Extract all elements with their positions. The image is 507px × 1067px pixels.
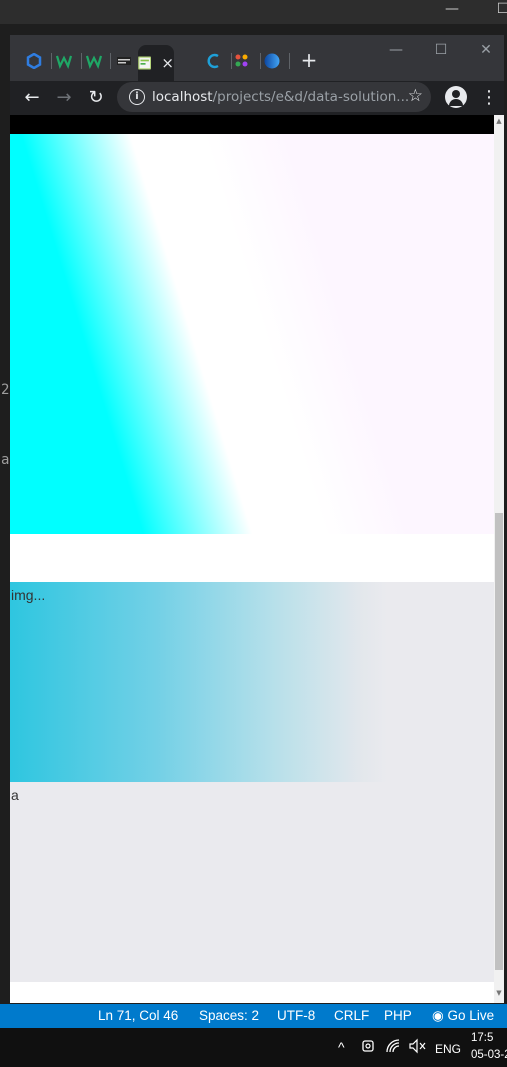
scroll-up-icon[interactable]: ▲ — [494, 115, 504, 127]
tab-strip: × + — ☐ ✕ — [10, 35, 504, 81]
language-mode[interactable]: PHP — [384, 1008, 412, 1023]
system-clock[interactable]: 17:5 05-03-2 — [471, 1030, 507, 1064]
go-live-label: Go Live — [447, 1008, 495, 1023]
browser-menu-icon[interactable]: ⋮ — [480, 85, 498, 111]
image-alt-text: img... — [11, 587, 46, 603]
reload-button[interactable]: ↻ — [83, 85, 109, 111]
minimize-window-button[interactable]: — — [376, 39, 416, 61]
broken-image: img... — [10, 582, 494, 782]
scrollbar-thumb[interactable] — [495, 513, 503, 970]
tab-4[interactable] — [111, 49, 137, 73]
tab-2[interactable] — [51, 49, 77, 73]
editor-status-bar: Ln 71, Col 46 Spaces: 2 UTF-8 CRLF PHP ◉… — [0, 1004, 507, 1028]
url-host: localhost — [152, 89, 213, 105]
tab-6[interactable] — [201, 49, 227, 73]
input-language[interactable]: ENG — [435, 1040, 461, 1058]
page-scrollbar[interactable]: ▲ ▼ — [494, 115, 504, 1003]
speaker-muted-icon[interactable] — [408, 1038, 426, 1058]
editor-text-fragment: a — [1, 452, 10, 468]
page-header-bar — [10, 115, 494, 134]
tab-3[interactable] — [81, 49, 107, 73]
close-tab-icon[interactable]: × — [161, 55, 174, 71]
maximize-window-button[interactable]: ☐ — [421, 39, 461, 61]
caption-text: a — [11, 787, 19, 803]
dark-logo-icon — [117, 57, 131, 65]
cursor-position[interactable]: Ln 71, Col 46 — [98, 1008, 178, 1023]
indentation-setting[interactable]: Spaces: 2 — [199, 1008, 259, 1023]
chevron-up-icon[interactable]: ^ — [338, 1038, 345, 1056]
tab-1[interactable] — [21, 49, 47, 73]
new-tab-button[interactable]: + — [298, 49, 320, 71]
forward-button[interactable]: → — [51, 85, 77, 111]
system-taskbar: ^ ENG 17:5 05-03-2 — [0, 1028, 507, 1067]
hero-gradient-banner — [10, 134, 494, 534]
clock-time: 17:5 — [471, 1032, 494, 1044]
address-bar[interactable]: i localhost/projects/e&d/data-solution..… — [117, 82, 431, 112]
editor-title-bar: — ☐ — [0, 0, 507, 24]
profile-avatar-icon[interactable] — [445, 86, 467, 108]
page-viewport: img... a — [10, 115, 494, 1003]
editor-minimize-button[interactable]: — — [437, 0, 467, 24]
document-icon — [138, 56, 152, 70]
editor-text-fragment: 2 — [1, 382, 10, 398]
wifi-icon[interactable] — [385, 1038, 401, 1058]
line-ending[interactable]: CRLF — [334, 1008, 369, 1023]
globe-icon — [264, 53, 280, 69]
clock-date: 05-03-2 — [471, 1049, 507, 1061]
content-section: img... a — [10, 582, 494, 982]
url-text[interactable]: localhost/projects/e&d/data-solution... — [152, 89, 409, 105]
bookmark-star-icon[interactable]: ☆ — [408, 86, 423, 106]
file-encoding[interactable]: UTF-8 — [277, 1008, 315, 1023]
colorful-dots-icon — [235, 54, 248, 67]
url-path: /projects/e&d/data-solution... — [212, 89, 410, 105]
w-logo-icon — [56, 55, 72, 69]
tab-7[interactable] — [229, 49, 255, 73]
c-logo-icon — [207, 53, 219, 69]
tab-8[interactable] — [259, 49, 285, 73]
camera-icon[interactable] — [361, 1038, 375, 1058]
close-window-button[interactable]: ✕ — [466, 39, 504, 61]
broadcast-icon: ◉ — [432, 1008, 444, 1023]
tab-active[interactable]: × — [138, 45, 174, 81]
blue-hexagon-icon — [26, 53, 42, 69]
editor-maximize-button[interactable]: ☐ — [488, 0, 507, 24]
w-logo-icon — [86, 55, 102, 69]
info-icon[interactable]: i — [129, 89, 145, 105]
browser-toolbar: ← → ↻ i localhost/projects/e&d/data-solu… — [10, 81, 504, 115]
scroll-down-icon[interactable]: ▼ — [494, 987, 504, 999]
browser-window: × + — ☐ ✕ ← → ↻ i localhost/projects/e&d… — [10, 35, 504, 1003]
back-button[interactable]: ← — [19, 85, 45, 111]
go-live-button[interactable]: ◉ Go Live — [432, 1008, 494, 1024]
